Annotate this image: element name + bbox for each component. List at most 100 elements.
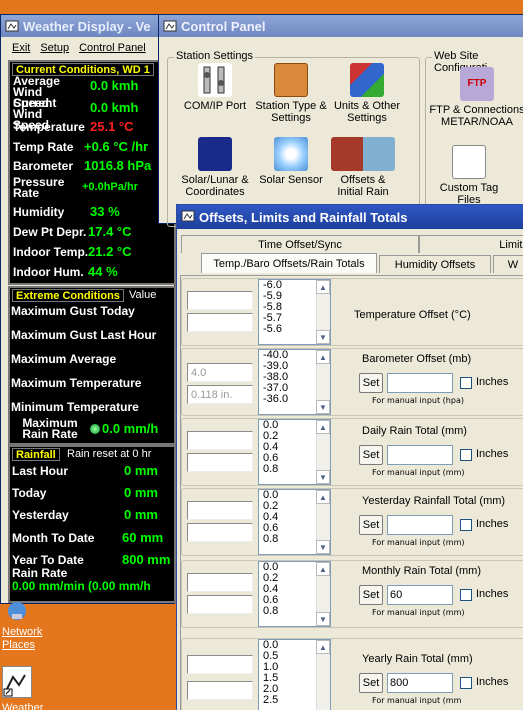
offsets-app-icon [181, 210, 195, 222]
weather-display-window: Weather Display - Ve Exit Setup Control … [0, 14, 176, 604]
monthly-rain-input-1[interactable] [187, 573, 253, 592]
yesterday-rain-set-button[interactable]: Set [359, 515, 383, 535]
scroll-down-icon[interactable]: ▼ [316, 612, 330, 626]
control-panel-title: Control Panel [181, 18, 266, 34]
temp-offset-input-2[interactable] [187, 313, 253, 332]
dew-point-label: Dew Pt Depr. [13, 225, 87, 239]
baro-inches-display[interactable]: 0.118 in. [187, 385, 253, 404]
monthly-rain-inches-checkbox[interactable] [460, 589, 472, 601]
app-icon [5, 20, 19, 32]
yearly-rain-set-button[interactable]: Set [359, 673, 383, 693]
temp-offset-input-1[interactable] [187, 291, 253, 310]
network-places-icon[interactable] [6, 600, 28, 622]
monthly-rain-listbox[interactable]: 0.0 0.2 0.4 0.6 0.8 ▲ ▼ [258, 561, 331, 627]
daily-rain-input-1[interactable] [187, 431, 253, 450]
indoor-temp-label: Indoor Temp. [13, 245, 89, 259]
yearly-rain-row: 0.0 0.5 1.0 1.5 2.0 2.5 ▲ Yearly Rain To… [181, 638, 523, 710]
rainfall-panel: Rainfall Rain reset at 0 hr Last Hour 0 … [8, 445, 176, 603]
yesterday-rain-input-1[interactable] [187, 501, 253, 520]
scroll-down-icon[interactable]: ▼ [316, 400, 330, 414]
weather-shortcut-label[interactable]: Weather [2, 702, 43, 710]
daily-rain-listbox[interactable]: 0.0 0.2 0.4 0.6 0.8 ▲ ▼ [258, 419, 331, 485]
weather-display-titlebar[interactable]: Weather Display - Ve [1, 15, 174, 37]
yesterday-rain-listbox[interactable]: 0.0 0.2 0.4 0.6 0.8 ▲ ▼ [258, 489, 331, 555]
menu-setup[interactable]: Setup [40, 42, 69, 54]
station-type-item[interactable]: Station Type & Settings [255, 63, 327, 124]
barometer-offset-row: 4.0 0.118 in. -40.0 -39.0 -38.0 -37.0 -3… [181, 348, 523, 416]
baro-offset-listbox[interactable]: -40.0 -39.0 -38.0 -37.0 -36.0 ▲ ▼ [258, 349, 331, 415]
scroll-up-icon[interactable]: ▲ [316, 562, 330, 576]
month-to-date-label: Month To Date [12, 531, 95, 545]
weather-display-title: Weather Display - Ve [23, 18, 151, 34]
daily-rain-manual-input[interactable] [387, 445, 453, 465]
yesterday-rain-manual-input[interactable] [387, 515, 453, 535]
max-gust-today-label: Maximum Gust Today [11, 304, 135, 318]
offsets-titlebar[interactable]: Offsets, Limits and Rainfall Totals [177, 205, 523, 229]
year-to-date-label: Year To Date [12, 553, 84, 567]
yearly-rain-listbox[interactable]: 0.0 0.5 1.0 1.5 2.0 2.5 ▲ [258, 639, 331, 710]
custom-tag-files-item[interactable]: Custom Tag Files [439, 145, 499, 206]
offsets-initial-rain-item[interactable]: Offsets & Initial Rain [327, 137, 399, 198]
control-panel-window: Control Panel Station Settings Web Site … [158, 14, 523, 227]
yesterday-rain-input-2[interactable] [187, 523, 253, 542]
yearly-rain-inches-checkbox[interactable] [460, 677, 472, 689]
tab-temp-baro[interactable]: Temp./Baro Offsets/Rain Totals [201, 253, 377, 273]
com-ip-port-item[interactable]: COM/IP Port [173, 63, 257, 112]
monthly-rain-input-2[interactable] [187, 595, 253, 614]
solar-lunar-label: Solar/Lunar & Coordinates [181, 174, 249, 198]
daily-rain-set-button[interactable]: Set [359, 445, 383, 465]
scroll-up-icon[interactable]: ▲ [316, 490, 330, 504]
tab-w[interactable]: W [493, 255, 523, 273]
yesterday-rain-hint: For manual input (mm) [372, 538, 465, 547]
temperature-value: 25.1 °C [90, 119, 134, 134]
tab-limits[interactable]: Limits [419, 235, 523, 253]
tab-humidity-offsets[interactable]: Humidity Offsets [379, 255, 491, 273]
yearly-rain-input-1[interactable] [187, 655, 253, 674]
yesterday-value: 0 mm [124, 507, 158, 522]
menu-control-panel[interactable]: Control Panel [79, 42, 146, 54]
menu-exit[interactable]: Exit [12, 42, 30, 54]
scroll-down-icon[interactable]: ▼ [316, 540, 330, 554]
barometer-label: Barometer [13, 159, 74, 173]
barometer-value: 1016.8 hPa [84, 158, 152, 173]
offsets-title: Offsets, Limits and Rainfall Totals [199, 209, 408, 225]
baro-inches-checkbox[interactable] [460, 377, 472, 389]
pressure-rate-label: Pressure Rate [13, 175, 65, 200]
scroll-up-icon[interactable]: ▲ [316, 640, 330, 654]
control-panel-titlebar[interactable]: Control Panel [159, 15, 523, 37]
ftp-connections-item[interactable]: FTP FTP & Connections METAR/NOAA [429, 67, 523, 128]
units-settings-label: Units & Other Settings [333, 100, 401, 124]
yearly-rain-manual-input[interactable]: 800 [387, 673, 453, 693]
station-settings-title: Station Settings [174, 50, 256, 62]
baro-offset-input[interactable]: 4.0 [187, 363, 253, 382]
weather-shortcut-icon[interactable] [2, 666, 32, 698]
yesterday-rain-inches-checkbox[interactable] [460, 519, 472, 531]
scroll-up-icon[interactable]: ▲ [316, 420, 330, 434]
scroll-up-icon[interactable]: ▲ [316, 280, 330, 294]
network-places-label[interactable]: Network Places [2, 626, 52, 652]
scroll-down-icon[interactable]: ▼ [316, 330, 330, 344]
yearly-rain-input-2[interactable] [187, 681, 253, 700]
tab-time-offset[interactable]: Time Offset/Sync [181, 235, 419, 253]
daily-rain-input-2[interactable] [187, 453, 253, 472]
daily-rain-inches-label: Inches [476, 448, 509, 460]
current-wind-value: 0.0 kmh [90, 100, 139, 115]
moon-icon [198, 137, 232, 171]
baro-set-button[interactable]: Set [359, 373, 383, 393]
temp-offset-listbox[interactable]: -6.0 -5.9 -5.8 -5.7 -5.6 ▲ ▼ [258, 279, 331, 345]
baro-manual-input[interactable] [387, 373, 453, 393]
daily-rain-inches-checkbox[interactable] [460, 449, 472, 461]
yearly-rain-label: Yearly Rain Total (mm) [362, 653, 473, 665]
max-rain-rate-label: Maximum Rain Rate [22, 416, 78, 441]
daily-rain-row: 0.0 0.2 0.4 0.6 0.8 ▲ ▼ Daily Rain Total… [181, 418, 523, 486]
avg-wind-value: 0.0 kmh [90, 78, 139, 93]
rain-indicator-icon [90, 424, 100, 434]
monthly-rain-set-button[interactable]: Set [359, 585, 383, 605]
units-settings-item[interactable]: Units & Other Settings [331, 63, 403, 124]
ftp-icon: FTP [460, 67, 494, 101]
solar-lunar-item[interactable]: Solar/Lunar & Coordinates [173, 137, 257, 198]
scroll-up-icon[interactable]: ▲ [316, 350, 330, 364]
monthly-rain-manual-input[interactable]: 60 [387, 585, 453, 605]
scroll-down-icon[interactable]: ▼ [316, 470, 330, 484]
solar-sensor-item[interactable]: Solar Sensor [255, 137, 327, 186]
